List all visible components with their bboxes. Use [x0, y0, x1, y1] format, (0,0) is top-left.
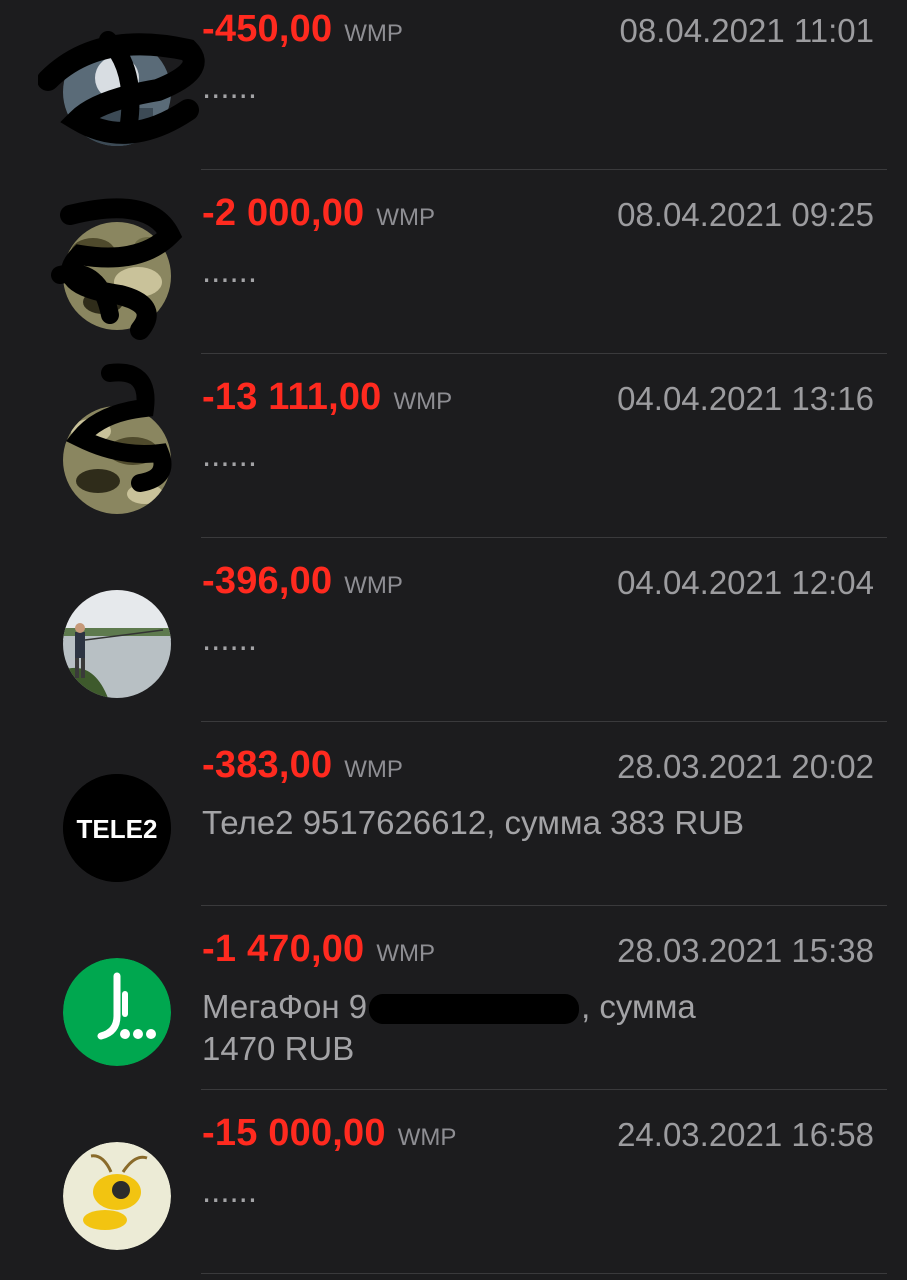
- description-line1: МегаФон 9: [202, 988, 368, 1025]
- datetime: 08.04.2021 09:25: [617, 196, 874, 233]
- tele2-logo: TELE2: [63, 774, 171, 882]
- datetime: 04.04.2021 12:04: [617, 564, 874, 601]
- amount: -15 000,00: [202, 1112, 386, 1154]
- description-line2: 1470 RUB: [202, 1030, 355, 1067]
- description: ......: [202, 252, 258, 289]
- transaction-row[interactable]: -450,00 WMP 08.04.2021 11:01 ......: [0, 0, 907, 170]
- description: ......: [202, 68, 258, 105]
- description: Теле2 9517626612, сумма 383 RUB: [202, 804, 744, 841]
- datetime: 04.04.2021 13:16: [617, 380, 874, 417]
- description-line1-end: , сумма: [581, 988, 696, 1025]
- amount: -1 470,00: [202, 928, 365, 970]
- currency: WMP: [393, 388, 453, 415]
- transaction-row[interactable]: -2 000,00 WMP 08.04.2021 09:25 ......: [0, 170, 907, 354]
- transaction-row[interactable]: -396,00 WMP 04.04.2021 12:04 ......: [0, 538, 907, 722]
- datetime: 24.03.2021 16:58: [617, 1116, 874, 1153]
- amount: -13 111,00: [202, 376, 382, 418]
- currency: WMP: [376, 204, 436, 231]
- currency: WMP: [344, 20, 403, 47]
- megafon-logo: [63, 958, 171, 1066]
- camouflage-avatar: [63, 406, 171, 514]
- description: ......: [202, 620, 258, 657]
- amount: -450,00: [202, 8, 333, 50]
- camouflage-avatar: [63, 222, 171, 330]
- transaction-row[interactable]: TELE2 -383,00 WMP 28.03.2021 20:02 Теле2…: [0, 722, 907, 906]
- datetime: 28.03.2021 20:02: [617, 748, 874, 785]
- transaction-list: -450,00 WMP 08.04.2021 11:01 ...... -2 0…: [0, 0, 907, 1274]
- amount: -2 000,00: [202, 192, 365, 234]
- webmoney-ant-logo: [63, 1142, 171, 1250]
- currency: WMP: [344, 756, 403, 783]
- redaction-scribble: [369, 994, 580, 1025]
- currency: WMP: [344, 572, 403, 599]
- transaction-row[interactable]: -15 000,00 WMP 24.03.2021 16:58 ......: [0, 1090, 907, 1274]
- transaction-row[interactable]: -13 111,00 WMP 04.04.2021 13:16 ......: [0, 354, 907, 538]
- redacted-photo-avatar: [63, 38, 171, 146]
- fishing-photo-avatar: [63, 590, 171, 698]
- tele2-logo-text: TELE2: [77, 814, 158, 844]
- datetime: 08.04.2021 11:01: [619, 12, 874, 49]
- description: ......: [202, 436, 258, 473]
- description: МегаФон 9 , сумма 1470 RUB: [202, 986, 822, 1070]
- amount: -396,00: [202, 560, 333, 602]
- amount: -383,00: [202, 744, 333, 786]
- currency: WMP: [376, 940, 436, 967]
- datetime: 28.03.2021 15:38: [617, 932, 874, 969]
- divider: [201, 1273, 887, 1274]
- transaction-row[interactable]: -1 470,00 WMP 28.03.2021 15:38 МегаФон 9…: [0, 906, 907, 1090]
- currency: WMP: [397, 1124, 457, 1151]
- description: ......: [202, 1172, 258, 1209]
